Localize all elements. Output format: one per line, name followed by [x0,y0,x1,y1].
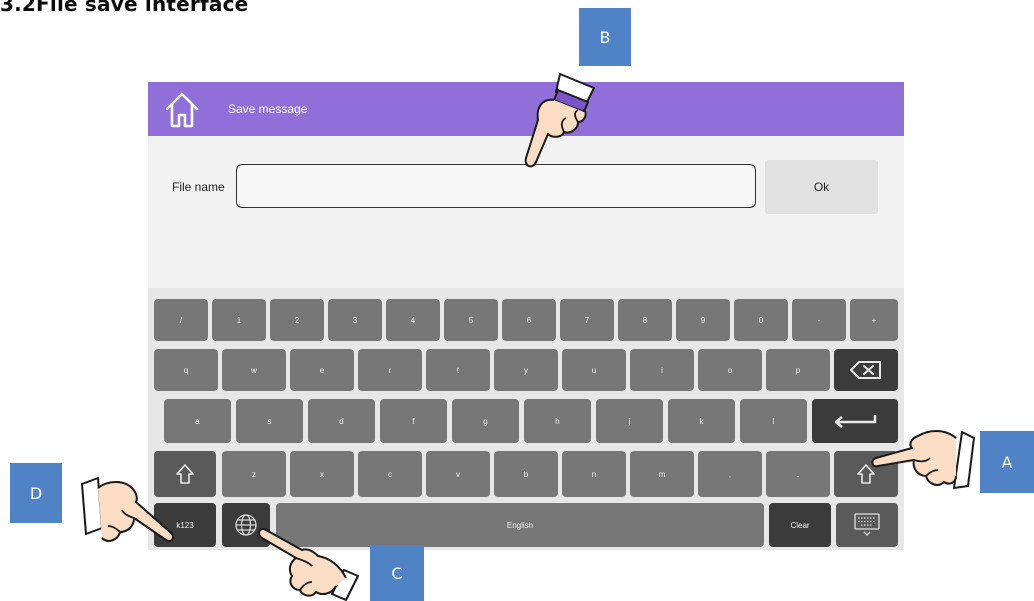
key-7[interactable]: 7 [560,299,614,341]
dialog-title: Save message [228,102,308,116]
key-r[interactable]: r [358,349,422,391]
key-d[interactable]: d [308,399,375,443]
key-t[interactable]: t [426,349,490,391]
file-name-input[interactable] [236,164,756,208]
key-n[interactable]: n [562,451,626,497]
key-3[interactable]: 3 [328,299,382,341]
ok-button[interactable]: Ok [765,160,878,214]
backspace-icon [850,361,881,379]
key-m[interactable]: m [630,451,694,497]
key-s[interactable]: s [236,399,303,443]
key-u[interactable]: u [562,349,626,391]
key-2[interactable]: 2 [270,299,324,341]
key-j[interactable]: j [596,399,663,443]
key-slash[interactable]: / [154,299,208,341]
backspace-key[interactable] [834,349,898,391]
document-heading: 3.2File save interface [0,0,249,16]
key-5[interactable]: 5 [444,299,498,341]
key-i[interactable]: i [630,349,694,391]
clear-key[interactable]: Clear [769,503,831,547]
globe-icon [235,514,257,536]
on-screen-keyboard: / 1 2 3 4 5 6 7 8 9 0 - + q w e r t y u … [148,288,904,550]
key-v[interactable]: v [426,451,490,497]
key-4[interactable]: 4 [386,299,440,341]
key-minus[interactable]: - [792,299,846,341]
key-w[interactable]: w [222,349,286,391]
pointing-hand-icon [81,477,174,542]
key-comma[interactable]: , [698,451,762,497]
key-h[interactable]: h [524,399,591,443]
key-g[interactable]: g [452,399,519,443]
key-6[interactable]: 6 [502,299,556,341]
key-a[interactable]: a [164,399,231,443]
callout-a: A [980,431,1034,493]
key-p[interactable]: p [766,349,830,391]
home-icon[interactable] [162,88,202,130]
key-y[interactable]: y [494,349,558,391]
pointing-hand-icon [524,73,595,168]
keyboard-icon [854,513,880,536]
key-z[interactable]: z [222,451,286,497]
key-c[interactable]: c [358,451,422,497]
hide-keyboard-key[interactable] [836,503,898,547]
key-1[interactable]: 1 [212,299,266,341]
callout-c: C [370,545,424,601]
callout-d: D [10,463,62,523]
key-o[interactable]: o [698,349,762,391]
key-b[interactable]: b [494,451,558,497]
key-q[interactable]: q [154,349,218,391]
key-x[interactable]: x [290,451,354,497]
key-l[interactable]: l [740,399,807,443]
key-period[interactable]: . [766,451,830,497]
pointing-hand-icon [871,430,975,489]
key-plus[interactable]: + [850,299,898,341]
key-f[interactable]: f [380,399,447,443]
key-e[interactable]: e [290,349,354,391]
key-k[interactable]: k [668,399,735,443]
shift-arrow-icon [176,464,194,484]
callout-b: B [579,8,631,66]
file-name-label: File name [172,180,225,194]
key-8[interactable]: 8 [618,299,672,341]
key-9[interactable]: 9 [676,299,730,341]
key-0[interactable]: 0 [734,299,788,341]
pointing-hand-icon [258,528,359,601]
